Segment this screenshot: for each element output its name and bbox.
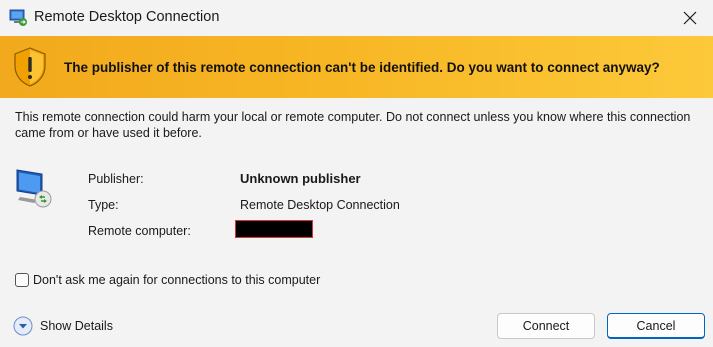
remote-computer-icon [14,167,54,209]
warning-shield-icon [12,46,48,88]
publisher-value: Unknown publisher [240,171,361,186]
warning-banner: The publisher of this remote connection … [0,36,713,98]
show-details-label[interactable]: Show Details [40,319,113,333]
remote-desktop-icon [8,7,28,27]
close-icon [683,11,697,25]
dont-ask-label[interactable]: Don't ask me again for connections to th… [33,273,320,287]
remote-computer-label: Remote computer: [88,224,191,238]
banner-message: The publisher of this remote connection … [64,60,660,75]
cancel-button[interactable]: Cancel [607,313,705,339]
type-label: Type: [88,198,119,212]
show-details-toggle[interactable] [13,316,33,336]
dont-ask-checkbox[interactable] [15,273,29,287]
close-button[interactable] [667,0,713,36]
publisher-label: Publisher: [88,172,144,186]
type-value: Remote Desktop Connection [240,198,400,212]
warning-text: This remote connection could harm your l… [15,110,691,140]
window-title: Remote Desktop Connection [34,9,220,25]
dialog-body: This remote connection could harm your l… [0,98,713,347]
remote-computer-value-redacted [235,220,313,238]
title-bar: Remote Desktop Connection [0,0,713,36]
chevron-down-icon [13,316,33,336]
connect-button[interactable]: Connect [497,313,595,339]
